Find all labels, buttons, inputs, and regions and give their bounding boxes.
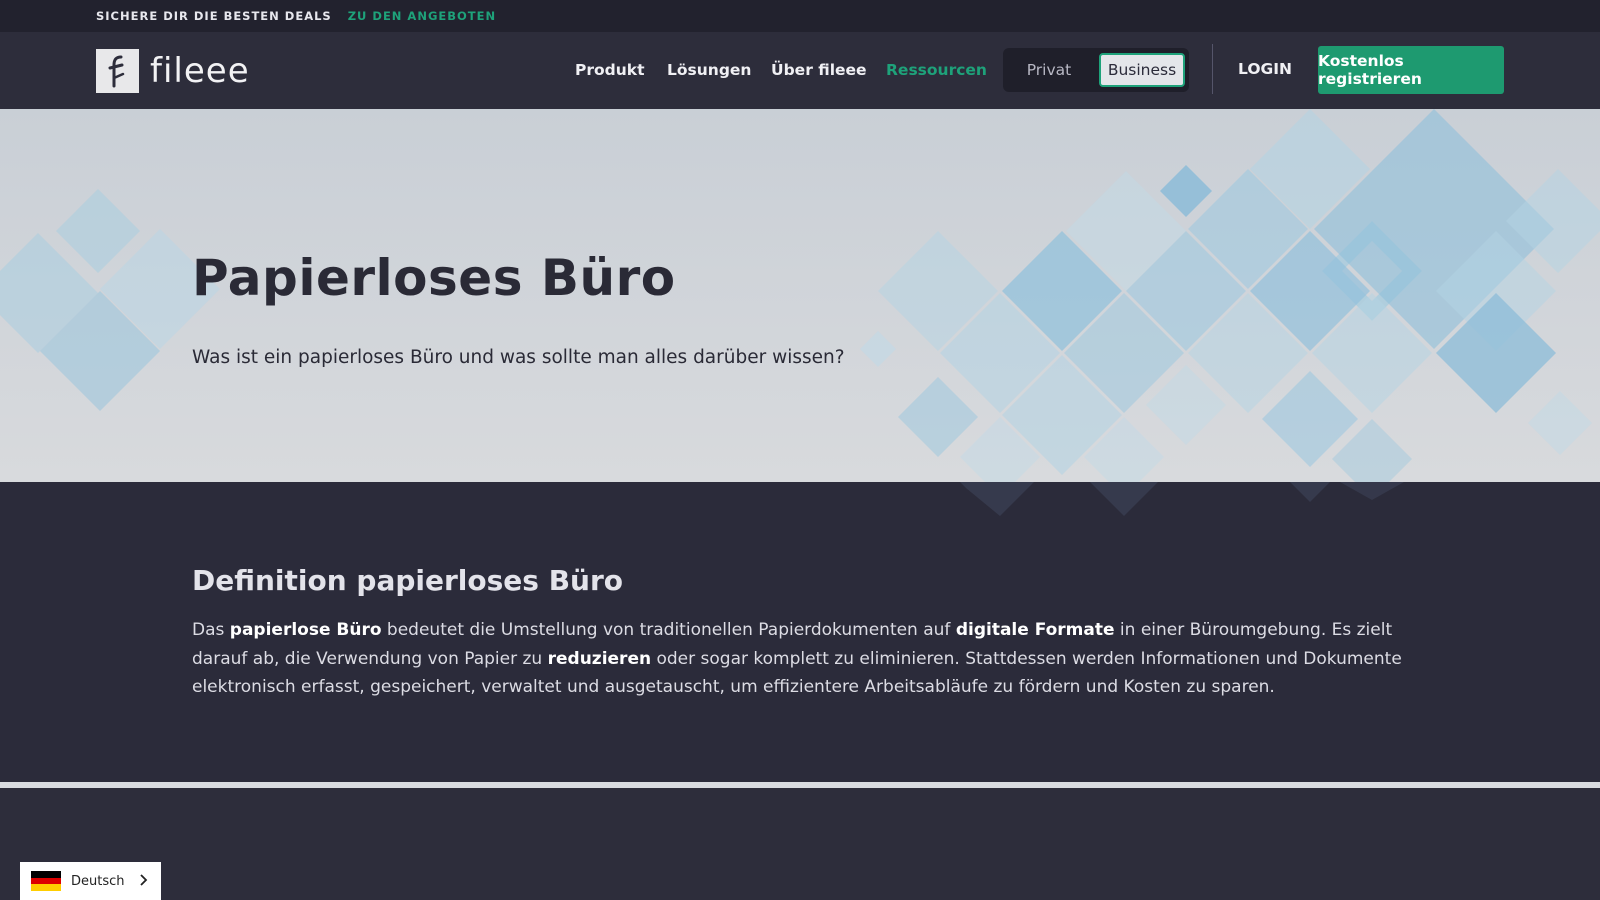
language-selector[interactable]: Deutsch [20,862,161,900]
definition-section: Definition papierloses Büro Das papierlo… [0,482,1600,782]
nav-item-loesungen[interactable]: Lösungen [667,61,751,79]
next-section [0,788,1600,900]
definition-text-bold: reduzieren [547,648,652,669]
audience-switch: Privat Business [1003,48,1189,92]
switch-business[interactable]: Business [1099,53,1185,87]
definition-text-bold: papierlose Büro [229,620,382,640]
logo-link[interactable]: fileee [96,49,250,93]
nav-item-ueber-fileee[interactable]: Über fileee [771,61,867,79]
logo-text: fileee [150,51,250,91]
definition-heading: Definition papierloses Büro [192,564,624,597]
register-button[interactable]: Kostenlos registrieren [1318,46,1504,94]
login-link[interactable]: LOGIN [1238,60,1292,78]
language-label: Deutsch [71,873,125,889]
german-flag-icon [31,871,61,892]
pattern-overflow [960,482,1404,516]
nav-item-ressourcen[interactable]: Ressourcen [886,61,987,79]
switch-privat[interactable]: Privat [1009,53,1089,87]
promo-bar: SICHERE DIR DIE BESTEN DEALS ZU DEN ANGE… [0,0,1600,32]
logo-icon [96,49,139,93]
offers-link[interactable]: ZU DEN ANGEBOTEN [348,9,496,23]
chevron-right-icon [140,874,148,886]
main-navigation: fileee Produkt Lösungen Über fileee Ress… [0,32,1600,109]
promo-text: SICHERE DIR DIE BESTEN DEALS [96,9,332,23]
definition-text-bold: digitale Formate [955,620,1115,640]
definition-text-part: bedeutet die Umstellung von traditionell… [381,620,956,640]
definition-text: Das papierlose Büro bedeutet die Umstell… [192,616,1412,702]
page-title: Papierloses Büro [192,249,676,307]
nav-divider [1212,44,1213,94]
page-subtitle: Was ist ein papierloses Büro und was sol… [192,347,845,368]
definition-text-part: Das [192,620,230,640]
hero-section: Papierloses Büro Was ist ein papierloses… [0,109,1600,482]
nav-item-produkt[interactable]: Produkt [575,61,645,79]
